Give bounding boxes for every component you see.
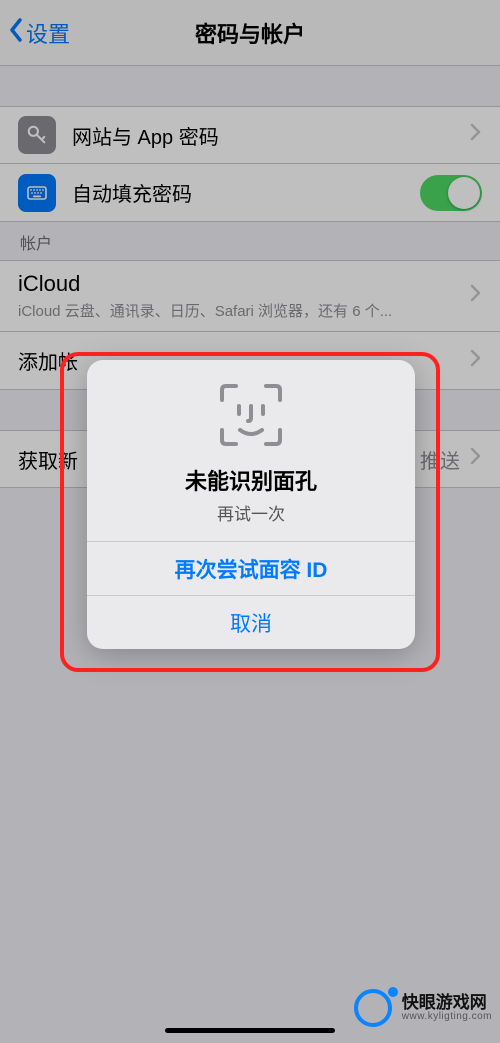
home-indicator[interactable] — [165, 1028, 335, 1033]
faceid-icon — [212, 376, 290, 454]
cancel-button[interactable]: 取消 — [87, 595, 415, 649]
popup-title: 未能识别面孔 — [105, 464, 397, 496]
watermark-line1: 快眼游戏网 — [402, 994, 492, 1012]
popup-subtitle: 再试一次 — [105, 500, 397, 525]
watermark: 快眼游戏网 www.kyligting.com — [354, 987, 492, 1029]
watermark-line2: www.kyligting.com — [402, 1012, 492, 1023]
faceid-popup: 未能识别面孔 再试一次 再次尝试面容 ID 取消 — [87, 360, 415, 649]
popup-body: 未能识别面孔 再试一次 — [87, 360, 415, 541]
retry-faceid-button[interactable]: 再次尝试面容 ID — [87, 541, 415, 595]
watermark-icon — [354, 987, 396, 1029]
